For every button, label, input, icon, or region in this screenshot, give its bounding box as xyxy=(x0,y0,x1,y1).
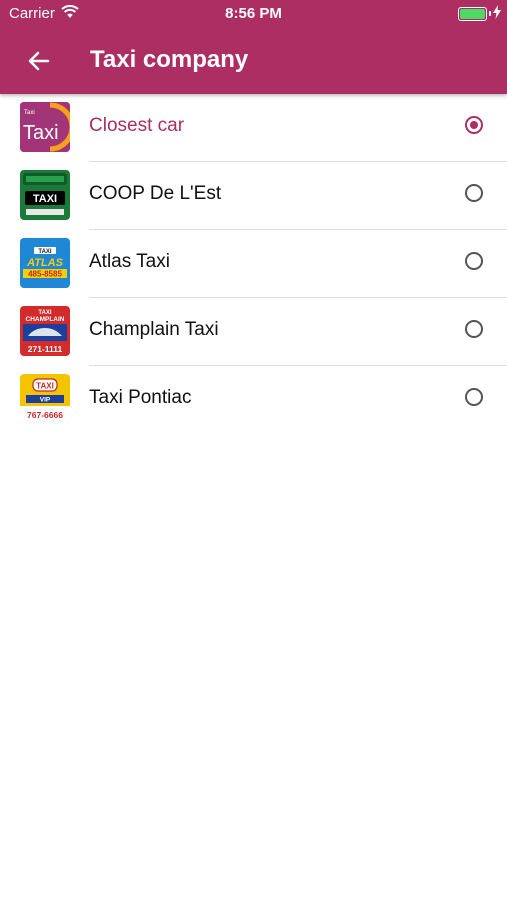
company-label: Closest car xyxy=(89,115,185,136)
taxi-company-list: Taxi Taxi Closest car TAXI COOP De L'Est xyxy=(0,94,507,434)
pontiac-logo-text: TAXI xyxy=(36,382,54,391)
company-row-taxi-pontiac[interactable]: TAXI VIP 767-6666 Taxi Pontiac xyxy=(0,366,507,434)
radio-unselected[interactable] xyxy=(465,252,483,270)
atlas-logo-phone: 485-8585 xyxy=(28,270,62,279)
page-title: Taxi company xyxy=(90,46,249,73)
charging-icon xyxy=(493,5,501,24)
radio-unselected[interactable] xyxy=(465,388,483,406)
pontiac-logo: TAXI VIP 767-6666 xyxy=(20,374,70,424)
champlain-logo: TAXI CHAMPLAIN 271-1111 xyxy=(20,306,70,356)
back-arrow-icon[interactable] xyxy=(26,48,52,74)
radio-unselected[interactable] xyxy=(465,320,483,338)
champlain-logo-phone: 271-1111 xyxy=(28,344,63,354)
closest-car-logo-small-text: Taxi xyxy=(24,110,35,116)
pontiac-logo-small-text: VIP xyxy=(40,397,51,404)
coop-logo: TAXI xyxy=(20,170,70,220)
company-row-champlain-taxi[interactable]: TAXI CHAMPLAIN 271-1111 Champlain Taxi xyxy=(0,298,507,366)
atlas-logo-text: ATLAS xyxy=(26,257,64,269)
clock: 8:56 PM xyxy=(225,5,282,22)
company-row-atlas-taxi[interactable]: TAXI ATLAS 485-8585 Atlas Taxi xyxy=(0,230,507,298)
status-bar: Carrier 8:56 PM xyxy=(0,0,507,28)
coop-logo-text: TAXI xyxy=(33,193,57,205)
radio-selected[interactable] xyxy=(465,116,483,134)
company-row-coop-de-lest[interactable]: TAXI COOP De L'Est xyxy=(0,162,507,230)
company-label: Atlas Taxi xyxy=(89,251,170,272)
closest-car-logo: Taxi Taxi xyxy=(20,102,70,152)
company-row-closest-car[interactable]: Taxi Taxi Closest car xyxy=(0,94,507,162)
radio-unselected[interactable] xyxy=(465,184,483,202)
company-label: COOP De L'Est xyxy=(89,183,222,204)
battery-tip xyxy=(489,11,491,16)
pontiac-logo-phone: 767-6666 xyxy=(27,410,63,420)
battery-icon xyxy=(458,7,487,21)
app-header: Carrier 8:56 PM Taxi company xyxy=(0,0,507,94)
company-label: Taxi Pontiac xyxy=(89,387,192,408)
company-label: Champlain Taxi xyxy=(89,319,219,340)
closest-car-logo-text: Taxi xyxy=(23,122,59,144)
champlain-logo-text: CHAMPLAIN xyxy=(26,316,65,323)
atlas-logo: TAXI ATLAS 485-8585 xyxy=(20,238,70,288)
atlas-logo-small-text: TAXI xyxy=(38,249,52,255)
